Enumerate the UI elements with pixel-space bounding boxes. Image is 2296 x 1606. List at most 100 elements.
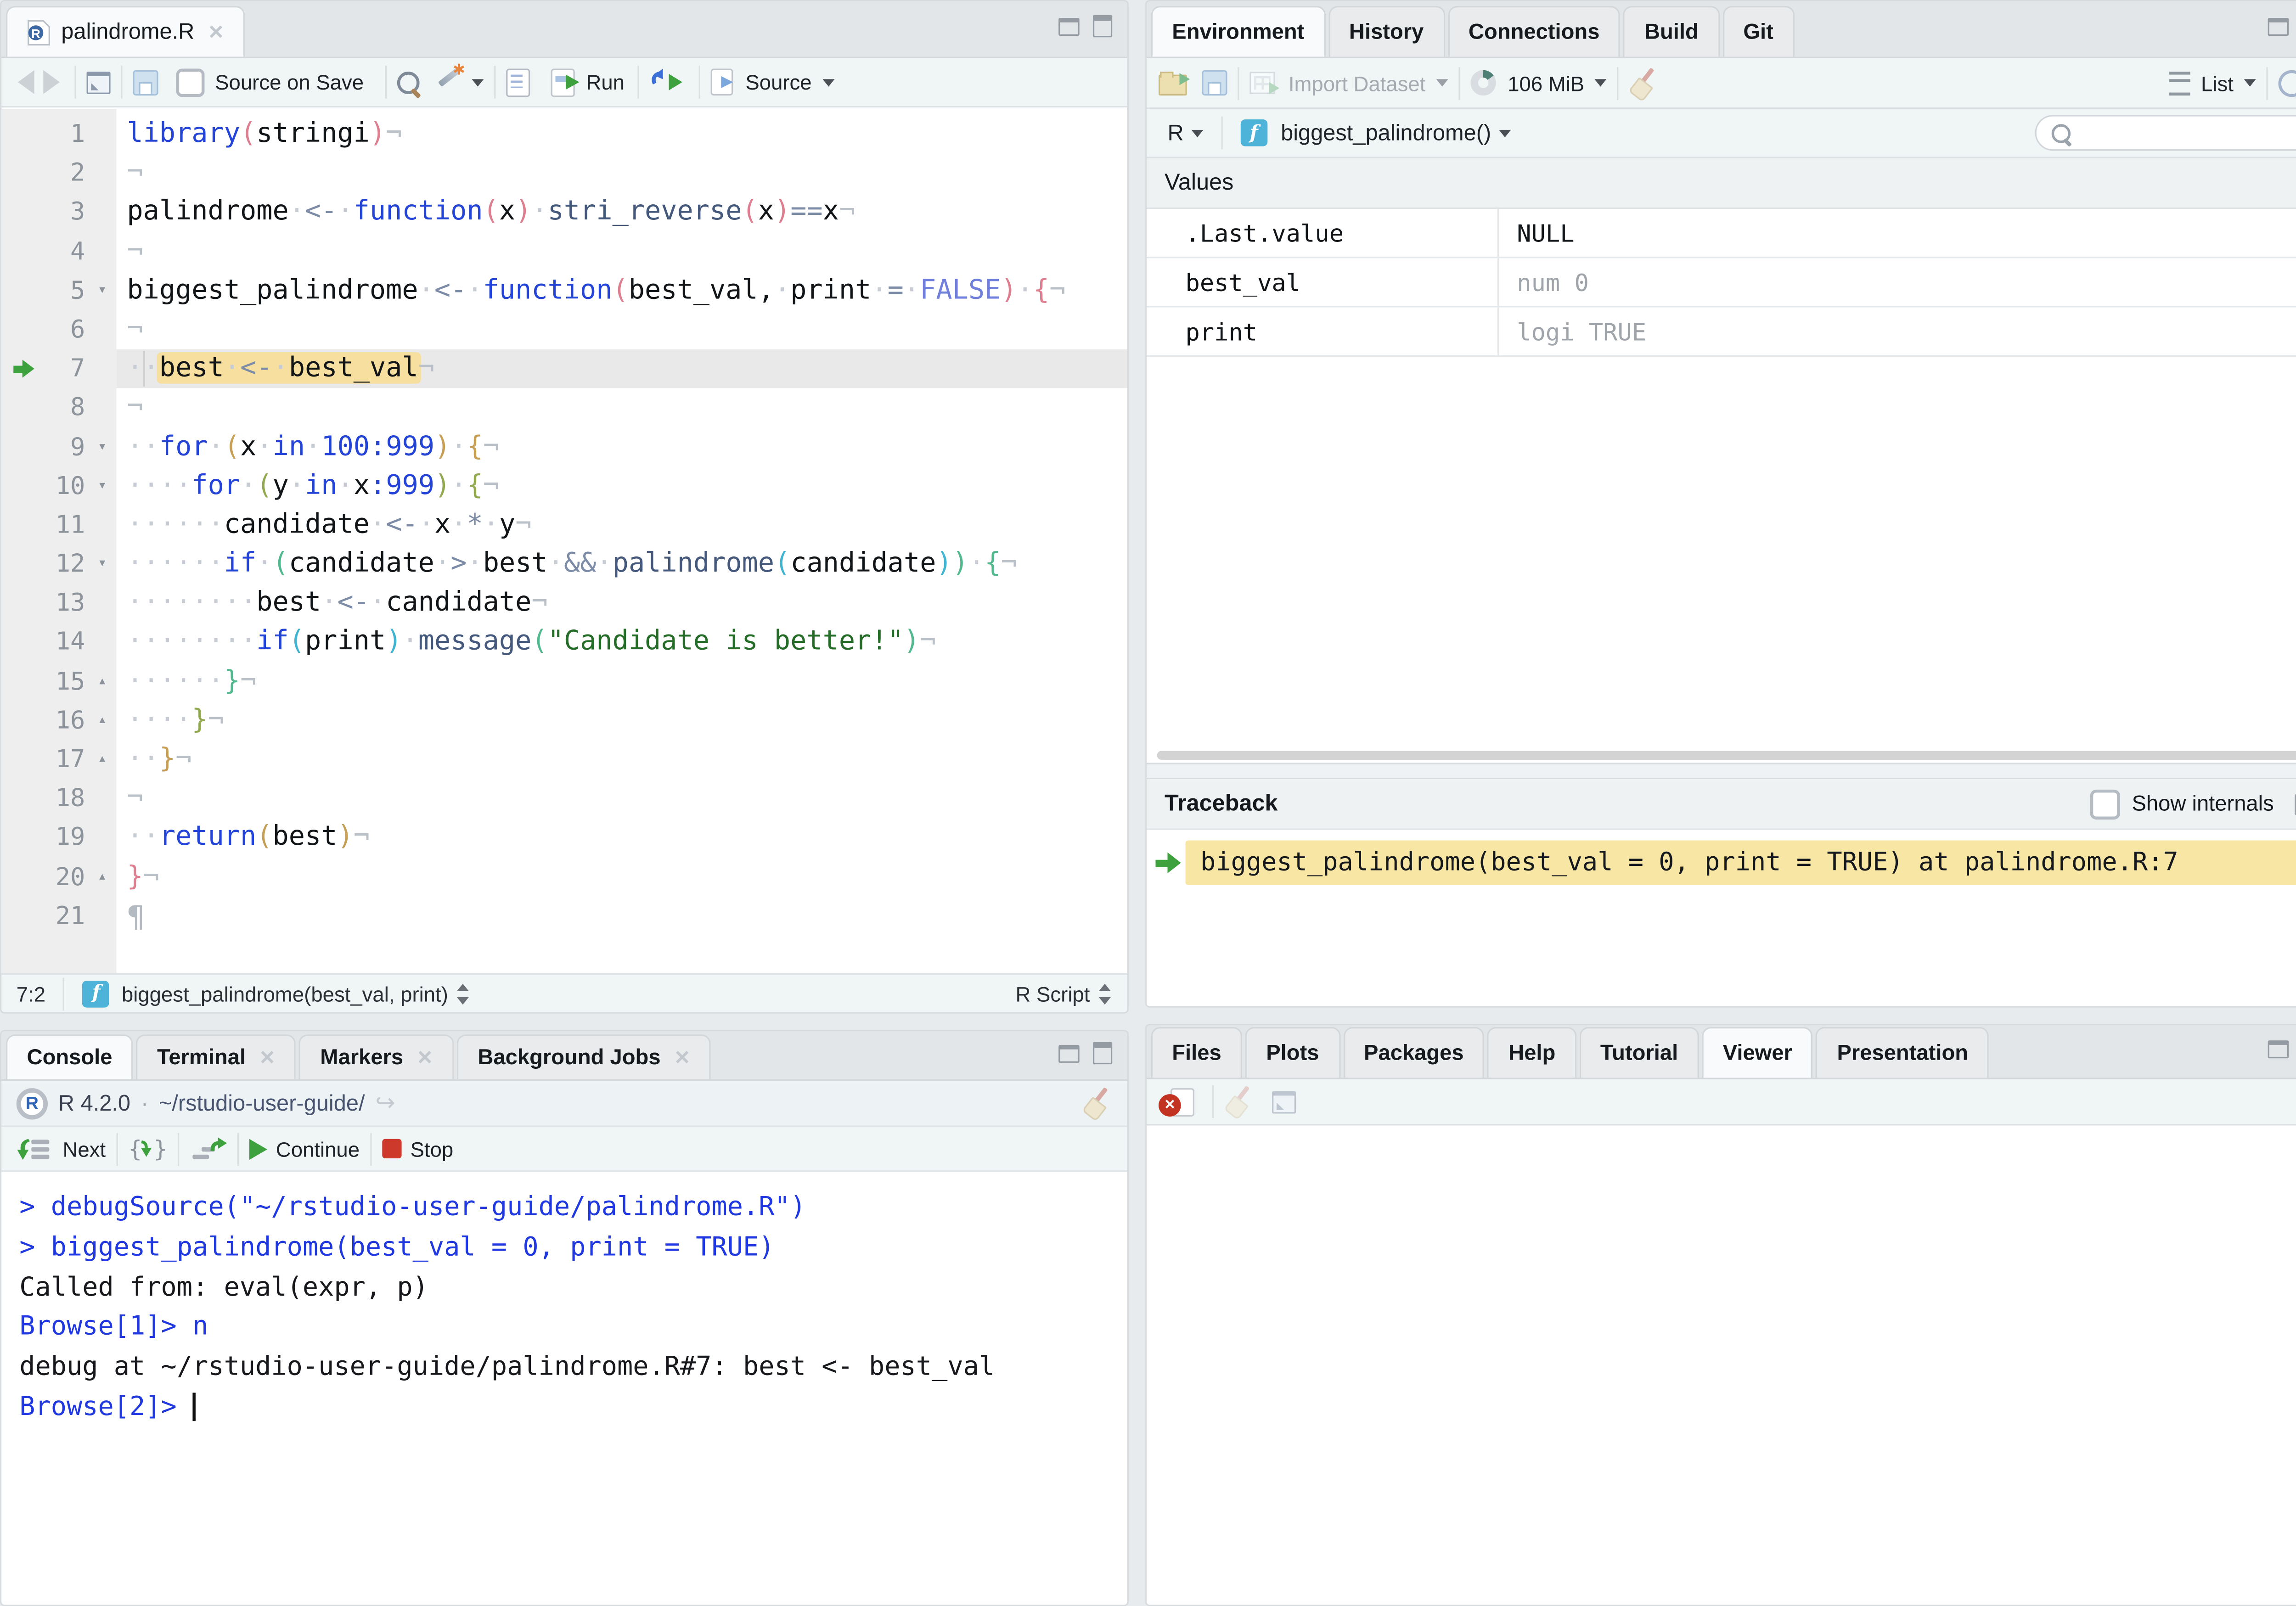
continue-button[interactable]: Continue <box>276 1137 360 1161</box>
code-tools-icon[interactable] <box>434 69 464 96</box>
continue-icon[interactable] <box>249 1138 267 1159</box>
code-line[interactable]: 16▴····}¬ <box>1 701 1127 740</box>
run-button[interactable]: Run <box>586 70 625 94</box>
code-line[interactable]: 4¬ <box>1 232 1127 271</box>
tab-history[interactable]: History <box>1328 6 1444 57</box>
code-line[interactable]: 3palindrome·<-·function(x)·stri_reverse(… <box>1 193 1127 232</box>
line-number[interactable]: 12 <box>1 545 85 584</box>
traceback-frame[interactable]: biggest_palindrome(best_val = 0, print =… <box>1186 840 2296 885</box>
code-line[interactable]: 21¶ <box>1 897 1127 936</box>
clear-console-icon[interactable] <box>1082 1088 1112 1118</box>
show-in-new-window-icon[interactable] <box>1272 1090 1296 1113</box>
maximize-pane-icon[interactable] <box>1093 1042 1112 1064</box>
line-number[interactable]: 14 <box>1 623 85 662</box>
load-workspace-icon[interactable] <box>1159 75 1187 96</box>
code-line[interactable]: 9▾··for·(x·in·100:999)·{¬ <box>1 427 1127 466</box>
minimize-pane-icon[interactable] <box>1058 17 1080 35</box>
function-scope-selector[interactable]: biggest_palindrome(best_val, print) <box>122 982 448 1005</box>
environment-search-input[interactable] <box>2035 115 2296 151</box>
close-icon[interactable]: ✕ <box>259 1046 275 1070</box>
code-line[interactable]: 12▾······if·(candidate·>·best·&&·palindr… <box>1 545 1127 584</box>
next-icon[interactable] <box>17 1135 54 1162</box>
code-line[interactable]: 20▴}¬ <box>1 858 1127 897</box>
code-line[interactable]: 2¬ <box>1 154 1127 193</box>
line-number[interactable]: 17 <box>1 741 85 780</box>
clear-viewer-icon[interactable]: ✕ <box>1171 1088 1194 1116</box>
minimize-pane-icon[interactable] <box>1058 1044 1080 1062</box>
code-line[interactable]: 1library(stringi)¬ <box>1 115 1127 154</box>
stop-button[interactable]: Stop <box>411 1137 454 1161</box>
code-editor[interactable]: 1library(stringi)¬2¬3palindrome·<-·funct… <box>1 109 1127 973</box>
view-mode-dropdown-icon[interactable] <box>2244 79 2256 86</box>
close-icon[interactable]: ✕ <box>674 1046 690 1070</box>
console-output[interactable]: > debugSource("~/rstudio-user-guide/pali… <box>1 1172 1127 1605</box>
forward-icon[interactable] <box>43 70 60 94</box>
import-dataset-dropdown-icon[interactable] <box>1436 79 1448 86</box>
source-button[interactable]: Source <box>745 70 811 94</box>
clear-all-icon[interactable] <box>1224 1087 1254 1117</box>
tab-packages[interactable]: Packages <box>1343 1027 1485 1078</box>
tab-connections[interactable]: Connections <box>1447 6 1621 57</box>
code-line[interactable]: 18¬ <box>1 780 1127 819</box>
code-line[interactable]: 13········best·<-·candidate¬ <box>1 584 1127 623</box>
code-line[interactable]: 5▾biggest_palindrome·<-·function(best_va… <box>1 271 1127 310</box>
minimize-pane-icon[interactable] <box>2268 17 2289 35</box>
run-icon[interactable] <box>550 68 574 96</box>
clear-environment-icon[interactable] <box>1629 68 1659 98</box>
code-line[interactable]: 10▾····for·(y·in·x:999)·{¬ <box>1 467 1127 506</box>
line-number[interactable]: 11 <box>1 506 85 545</box>
fold-end-icon[interactable]: ▴ <box>91 858 113 897</box>
code-line[interactable]: 7··best·<-·best_val¬ <box>1 349 1127 388</box>
file-type-selector[interactable]: R Script <box>1016 982 1090 1005</box>
code-line[interactable]: 15▴······}¬ <box>1 662 1127 701</box>
goto-directory-icon[interactable]: ↪ <box>375 1088 395 1118</box>
import-dataset-icon[interactable] <box>1249 72 1275 94</box>
line-number[interactable]: 6 <box>1 310 85 349</box>
line-number[interactable]: 20 <box>1 858 85 897</box>
tab-git[interactable]: Git <box>1722 6 1795 57</box>
show-internals-checkbox[interactable] <box>2090 789 2120 819</box>
stop-icon[interactable] <box>382 1139 401 1158</box>
line-number[interactable]: 19 <box>1 819 85 858</box>
maximize-pane-icon[interactable] <box>1093 15 1112 38</box>
tab-background-jobs[interactable]: Background Jobs✕ <box>457 1034 711 1079</box>
code-line[interactable]: 8¬ <box>1 388 1127 427</box>
working-directory[interactable]: ~/rstudio-user-guide/ <box>159 1090 365 1116</box>
line-number[interactable]: 2 <box>1 154 85 193</box>
environment-scope-selector[interactable]: biggest_palindrome() <box>1281 120 1491 146</box>
tab-files[interactable]: Files <box>1151 1027 1242 1078</box>
environment-value-row[interactable]: best_valnum 0 <box>1147 258 2296 307</box>
code-line[interactable]: 11······candidate·<-·x·*·y¬ <box>1 506 1127 545</box>
fold-start-icon[interactable]: ▾ <box>91 271 113 310</box>
line-number[interactable]: 5 <box>1 271 85 310</box>
save-workspace-icon[interactable] <box>1202 70 1227 95</box>
language-dropdown-icon[interactable] <box>1191 129 1203 136</box>
rerun-icon[interactable] <box>650 69 689 96</box>
memory-dropdown-icon[interactable] <box>1595 79 1607 86</box>
line-number[interactable]: 8 <box>1 388 85 427</box>
tab-environment[interactable]: Environment <box>1151 6 1325 57</box>
step-out-icon[interactable] <box>189 1135 226 1162</box>
fold-start-icon[interactable]: ▾ <box>91 467 113 506</box>
scope-dropdown-icon[interactable] <box>1499 129 1511 136</box>
fold-end-icon[interactable]: ▴ <box>91 741 113 780</box>
line-number[interactable]: 21 <box>1 897 85 936</box>
list-view-icon[interactable] <box>2170 72 2191 95</box>
minimize-pane-icon[interactable] <box>2268 1040 2289 1058</box>
import-dataset-button[interactable]: Import Dataset <box>1289 71 1426 95</box>
environment-value-row[interactable]: .Last.valueNULL <box>1147 209 2296 258</box>
tab-presentation[interactable]: Presentation <box>1816 1027 1989 1078</box>
tab-tutorial[interactable]: Tutorial <box>1579 1027 1699 1078</box>
pane-splitter[interactable] <box>1147 763 2296 779</box>
language-selector[interactable]: R <box>1167 120 1183 146</box>
code-line[interactable]: 6¬ <box>1 310 1127 349</box>
traceback-frame-row[interactable]: biggest_palindrome(best_val = 0, print =… <box>1147 840 2296 885</box>
environment-value-row[interactable]: printlogi TRUE <box>1147 308 2296 357</box>
tab-help[interactable]: Help <box>1488 1027 1576 1078</box>
code-line[interactable]: 14········if(print)·message("Candidate i… <box>1 623 1127 662</box>
close-icon[interactable]: ✕ <box>416 1046 433 1070</box>
tab-plots[interactable]: Plots <box>1245 1027 1340 1078</box>
close-icon[interactable]: ✕ <box>208 20 224 44</box>
filetype-updown-icon[interactable] <box>1099 982 1112 1005</box>
save-icon[interactable] <box>133 69 158 95</box>
